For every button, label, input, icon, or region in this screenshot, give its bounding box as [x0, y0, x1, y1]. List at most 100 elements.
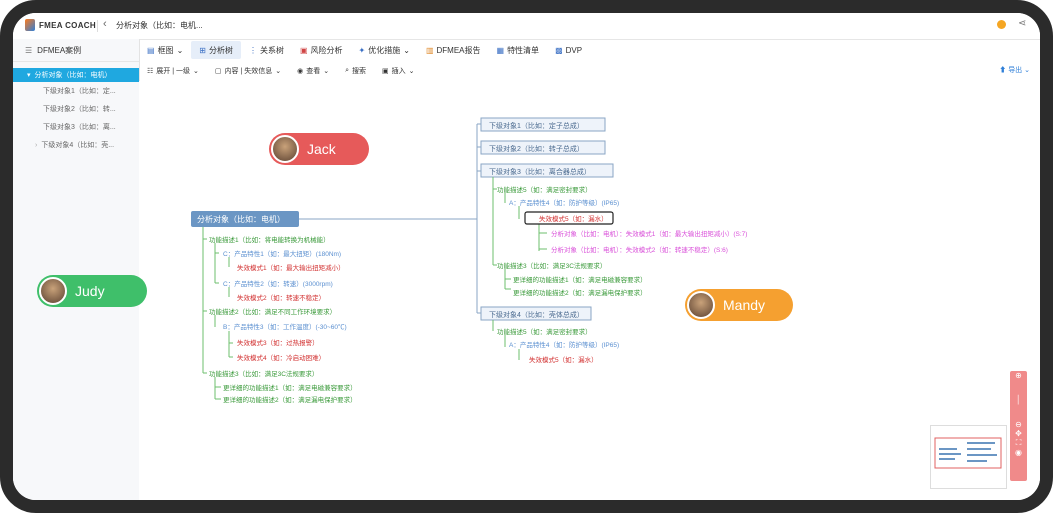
user-name: Jack	[307, 141, 336, 157]
zoom-panel[interactable]: ⊕ │ ⊖ ✥ ⛶ ◉	[1010, 371, 1027, 481]
sub-label: 展开 | 一级	[156, 68, 190, 75]
subobject-node[interactable]: 下级对象2（比如：转子总成）	[480, 140, 606, 155]
mindmap-canvas[interactable]: 分析对象（比如：电机） 下级对象1（比如：定子总成） 下级对象2（比如：转子总成…	[37, 81, 1040, 500]
divider	[97, 20, 98, 32]
function-node[interactable]: 功能描述2（比如：满足不同工作环境要求）	[209, 307, 336, 316]
app-window: FMEA COACH ‹ 分析对象（比如：电机... ⋖ ☰ DFMEA案例 ▾…	[13, 13, 1040, 500]
subobject-label: 下级对象4（比如：壳体总成）	[489, 310, 584, 319]
tab-dvp[interactable]: ▩ DVP	[547, 41, 590, 59]
expand-icon: ▾	[27, 72, 31, 79]
insert-button[interactable]: ▣ 插入 ⌄	[374, 66, 423, 76]
effect-node[interactable]: 分析对象（比如：电机）：失效模式1（如：最大输出扭矩减小）(S:7)	[551, 229, 747, 238]
app-logo[interactable]: FMEA COACH	[25, 19, 96, 31]
top-bar: FMEA COACH ‹ 分析对象（比如：电机... ⋖	[13, 13, 1040, 40]
back-icon[interactable]: ‹	[103, 18, 107, 30]
function-node[interactable]: 更详细的功能描述2（如：满足漏电保护要求）	[223, 395, 357, 404]
content-button[interactable]: ▢ 内容 | 失效信息 ⌄	[207, 66, 289, 76]
function-node[interactable]: 功能描述3（比如：满足3C法规要求）	[497, 261, 606, 270]
view-button[interactable]: ◉ 查看 ⌄	[289, 66, 337, 76]
failure-node[interactable]: 失效模式3（如：过热报警）	[237, 338, 319, 347]
block-diagram-icon: ▤	[147, 45, 155, 55]
zoom-out-icon[interactable]: ⊖	[1010, 420, 1027, 429]
expand-level-button[interactable]: ☷ 展开 | 一级 ⌄	[139, 66, 207, 76]
document-title: 分析对象（比如：电机...	[116, 21, 203, 30]
subobject-label: 下级对象2（比如：转子总成）	[489, 144, 584, 153]
minimap-svg	[934, 437, 1002, 469]
tab-relation-tree[interactable]: ⋮ 关系树	[241, 41, 292, 59]
characteristic-node[interactable]: C：产品特性1（如：最大扭矩）(180Nm)	[223, 249, 341, 258]
search-icon: ⌕	[345, 67, 349, 74]
avatar	[271, 135, 299, 163]
share-icon[interactable]: ⋖	[1018, 18, 1026, 29]
user-cursor-judy: Judy	[37, 275, 147, 307]
fit-icon[interactable]: ⛶	[1010, 438, 1027, 448]
characteristic-node[interactable]: A：产品特性4（如：防护等级）(IP65)	[509, 340, 619, 349]
zoom-slider[interactable]: │	[1010, 380, 1027, 420]
function-node[interactable]: 功能描述3（比如：满足3C法规要求）	[209, 369, 318, 378]
sub-label: 内容 | 失效信息	[224, 68, 273, 75]
tab-block-diagram[interactable]: ▤ 框图 ⌄	[139, 41, 191, 59]
sidebar-item-root[interactable]: ▾ 分析对象（比如：电机）	[13, 68, 139, 82]
sidebar-header[interactable]: ☰ DFMEA案例	[13, 39, 139, 62]
function-node[interactable]: 功能描述5（如：满足密封要求）	[497, 185, 592, 194]
sub-toolbar: ☷ 展开 | 一级 ⌄ ▢ 内容 | 失效信息 ⌄ ◉ 查看 ⌄ ⌕ 搜索 ▣ 插入 ⌄	[139, 61, 1040, 82]
sidebar-item-label: 下级对象1（比如：定...	[43, 88, 116, 95]
tab-label: 特性清单	[507, 45, 540, 55]
list-icon: ▦	[496, 45, 505, 55]
subobject-node[interactable]: 下级对象3（比如：离合器总成）	[480, 163, 614, 178]
failure-node[interactable]: 失效模式1（如：最大输出扭矩减小）	[237, 263, 345, 272]
sidebar-item-obj3[interactable]: 下级对象3（比如：离...	[13, 118, 139, 136]
chevron-down-icon: ⌄	[403, 45, 410, 55]
subobject-label: 下级对象3（比如：离合器总成）	[489, 167, 591, 176]
sidebar-item-obj1[interactable]: 下级对象1（比如：定...	[13, 82, 139, 100]
eye-icon[interactable]: ◉	[1010, 448, 1027, 457]
sidebar-item-label: 下级对象2（比如：转...	[43, 106, 116, 113]
notification-icon[interactable]	[997, 20, 1006, 29]
sidebar-item-obj4[interactable]: › 下级对象4（比如：壳...	[13, 136, 139, 154]
sidebar-item-label: 下级对象4（比如：壳...	[41, 142, 115, 149]
user-name: Mandy	[723, 297, 766, 313]
relation-icon: ⋮	[248, 45, 257, 55]
subobject-label: 下级对象1（比如：定子总成）	[489, 121, 584, 130]
effect-node[interactable]: 分析对象（比如：电机）：失效模式2（如：转速不稳定）(S:6)	[551, 245, 728, 254]
subobject-node[interactable]: 下级对象1（比如：定子总成）	[480, 117, 606, 132]
tab-risk-analysis[interactable]: ▣ 风险分析	[292, 41, 351, 59]
export-button[interactable]: ⬆ 导出 ⌄	[999, 65, 1030, 75]
sidebar-header-label: DFMEA案例	[37, 45, 82, 55]
failure-node[interactable]: 失效模式4（如：冷启动困难）	[237, 353, 325, 362]
tab-optimize[interactable]: ✦ 优化措施 ⌄	[351, 41, 418, 59]
move-icon[interactable]: ✥	[1010, 429, 1027, 438]
sidebar-item-obj2[interactable]: 下级对象2（比如：转...	[13, 100, 139, 118]
characteristic-node[interactable]: B：产品特性3（如：工作温度）(-30~60℃)	[223, 322, 347, 331]
tab-dfmea-report[interactable]: ▥ DFMEA报告	[418, 41, 489, 59]
function-node[interactable]: 功能描述1（比如：将电能转换为机械能）	[209, 235, 330, 244]
zoom-in-icon[interactable]: ⊕	[1010, 371, 1027, 380]
sidebar: ☰ DFMEA案例 ▾ 分析对象（比如：电机） 下级对象1（比如：定... 下级…	[13, 39, 140, 500]
report-icon: ▥	[425, 45, 434, 55]
expand-icon: ›	[35, 141, 38, 149]
function-node[interactable]: 更详细的功能描述2（如：满足漏电保护要求）	[513, 288, 647, 297]
characteristic-node[interactable]: C：产品特性2（如：转速）(3000rpm)	[223, 279, 333, 288]
failure-node-label: 失效模式5（如：漏水）	[539, 214, 608, 223]
tab-analysis-tree[interactable]: ⊞ 分析树	[191, 41, 241, 59]
tab-characteristics[interactable]: ▦ 特性清单	[489, 41, 548, 59]
failure-node[interactable]: 失效模式2（如：转速不稳定）	[237, 293, 325, 302]
logo-icon	[25, 19, 35, 31]
subobject-node[interactable]: 下级对象4（比如：壳体总成）	[480, 306, 592, 321]
eye-icon: ◉	[297, 68, 304, 75]
sub-label: 搜索	[352, 68, 366, 75]
function-node[interactable]: 更详细的功能描述1（如：满足电磁兼容要求）	[223, 383, 357, 392]
characteristic-node[interactable]: A：产品特性4（如：防护等级）(IP65)	[509, 198, 619, 207]
user-cursor-mandy: Mandy	[685, 289, 793, 321]
minimap[interactable]	[930, 425, 1007, 489]
failure-node[interactable]: 失效模式5（如：漏水）	[529, 355, 598, 364]
main-toolbar: ▤ 框图 ⌄ ⊞ 分析树 ⋮ 关系树 ▣ 风险分析 ✦ 优化措施 ⌄ ▥ DFMEA报告 ▦ 特性…	[139, 39, 1040, 61]
list-icon: ☰	[25, 45, 33, 55]
function-node[interactable]: 功能描述5（如：满足密封要求）	[497, 327, 592, 336]
search-button[interactable]: ⌕ 搜索	[337, 66, 374, 76]
user-cursor-jack: Jack	[269, 133, 369, 165]
function-node[interactable]: 更详细的功能描述1（如：满足电磁兼容要求）	[513, 275, 647, 284]
user-name: Judy	[75, 283, 105, 299]
logo-text: FMEA COACH	[39, 20, 96, 30]
expand-icon: ☷	[147, 68, 154, 75]
